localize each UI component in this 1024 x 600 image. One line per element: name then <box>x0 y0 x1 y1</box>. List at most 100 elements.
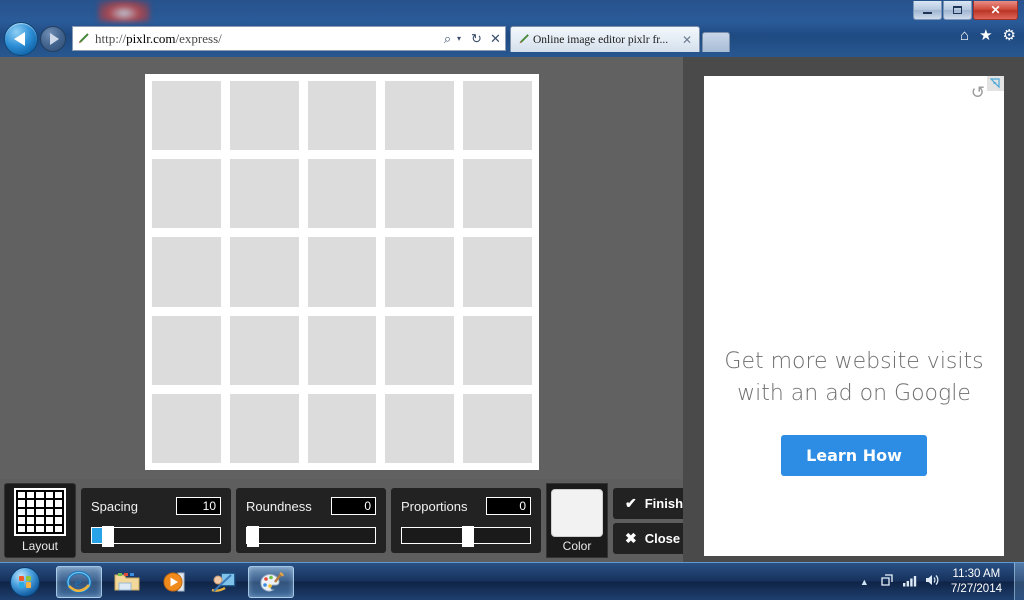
tab-pixlr[interactable]: Online image editor pixlr fr... ✕ <box>510 26 700 52</box>
collage-cell[interactable] <box>152 81 221 151</box>
clock-time: 11:30 AM <box>952 567 1001 580</box>
minimize-button[interactable] <box>913 1 942 20</box>
search-icon[interactable]: ⌕ <box>438 27 457 50</box>
roundness-value[interactable]: 0 <box>331 497 376 515</box>
taskbar-item-snipping-tool[interactable] <box>200 566 246 598</box>
collage-cell[interactable] <box>385 159 455 229</box>
ad-panel: ↺ Get more website visits with an ad on … <box>683 57 1024 562</box>
url-domain: pixlr.com <box>126 30 176 46</box>
roundness-slider[interactable] <box>246 526 376 547</box>
roundness-label: Roundness <box>246 498 312 514</box>
collage-canvas[interactable] <box>145 74 539 470</box>
layout-button[interactable]: Layout <box>4 483 76 558</box>
home-icon[interactable]: ⌂ <box>960 28 969 43</box>
collage-cell[interactable] <box>229 81 299 151</box>
proportions-control: Proportions 0 <box>391 488 541 553</box>
gear-icon[interactable]: ⚙ <box>1003 28 1016 43</box>
collage-cell[interactable] <box>152 393 221 463</box>
collage-cell[interactable] <box>229 237 299 307</box>
background-window-artifact <box>98 0 150 22</box>
back-button[interactable] <box>4 22 38 56</box>
ad-frame[interactable]: ↺ Get more website visits with an ad on … <box>704 76 1004 556</box>
clock-date: 7/27/2014 <box>950 582 1002 595</box>
taskbar-item-paint[interactable] <box>248 565 294 598</box>
collage-cell[interactable] <box>463 315 532 385</box>
collage-cell[interactable] <box>385 237 455 307</box>
roundness-control: Roundness 0 <box>236 488 386 553</box>
start-button[interactable] <box>2 565 48 599</box>
proportions-slider-handle[interactable] <box>462 526 475 547</box>
collage-cell[interactable] <box>463 159 532 229</box>
spacing-slider[interactable] <box>91 526 221 547</box>
folder-icon <box>114 572 140 590</box>
windows-logo-icon <box>10 566 40 597</box>
color-button[interactable]: Color <box>546 483 608 558</box>
volume-icon[interactable] <box>921 573 943 590</box>
collage-cell[interactable] <box>385 81 455 151</box>
collage-cell[interactable] <box>463 81 532 151</box>
collage-cell[interactable] <box>307 159 377 229</box>
finish-label: Finish <box>644 495 684 511</box>
tab-close-icon[interactable]: ✕ <box>679 33 695 47</box>
collage-cell[interactable] <box>229 393 299 463</box>
show-desktop-button[interactable] <box>1014 562 1024 600</box>
proportions-slider[interactable] <box>401 526 531 547</box>
new-tab-button[interactable] <box>702 32 730 52</box>
spacing-control: Spacing 10 <box>81 488 231 553</box>
browser-tools: ⌂ ★ ⚙ <box>960 28 1016 43</box>
color-label: Color <box>562 538 592 553</box>
chevron-down-icon[interactable]: ▾ <box>457 34 467 43</box>
collage-cell[interactable] <box>385 393 455 463</box>
spacing-slider-handle[interactable] <box>102 526 115 547</box>
media-player-icon <box>163 572 185 591</box>
cross-icon: ✖ <box>625 529 637 546</box>
favorites-star-icon[interactable]: ★ <box>979 28 992 43</box>
address-bar[interactable]: http://pixlr.com/express/ ⌕ ▾ ↻ ✕ <box>72 26 506 51</box>
show-hidden-icons-button[interactable]: ▲ <box>852 577 877 587</box>
clock[interactable]: 11:30 AM 7/27/2014 <box>943 567 1012 597</box>
close-window-button[interactable]: ✕ <box>973 1 1018 20</box>
collage-cell[interactable] <box>307 393 377 463</box>
system-tray: ▲ 11:30 AM 7/27/2014 <box>852 562 1024 600</box>
url-text: http://pixlr.com/express/ <box>95 30 222 46</box>
adchoices-icon[interactable] <box>987 76 1004 91</box>
learn-how-button[interactable]: Learn How <box>781 434 927 476</box>
svg-text:e: e <box>75 576 81 591</box>
collage-cell[interactable] <box>463 237 532 307</box>
paint-palette-icon <box>260 571 284 592</box>
taskbar-item-internet-explorer[interactable]: e <box>56 565 102 598</box>
collage-cell[interactable] <box>307 237 377 307</box>
collage-cell[interactable] <box>463 393 532 463</box>
action-center-icon[interactable] <box>877 573 899 591</box>
collage-cell[interactable] <box>152 159 221 229</box>
ad-headline-line2: with an ad on Google <box>737 380 971 406</box>
maximize-button[interactable] <box>943 1 972 20</box>
color-swatch[interactable] <box>551 488 603 537</box>
paintbrush-icon <box>73 31 95 47</box>
taskbar-item-media-player[interactable] <box>152 566 198 598</box>
taskbar: e ▲ 11:30 AM 7/27/2014 <box>0 562 1024 600</box>
ad-headline: Get more website visits with an ad on Go… <box>724 346 983 408</box>
roundness-header: Roundness 0 <box>246 497 376 515</box>
collage-cell[interactable] <box>385 315 455 385</box>
network-signal-icon[interactable] <box>899 574 921 590</box>
snipping-tool-icon <box>211 572 236 592</box>
collage-cell[interactable] <box>229 159 299 229</box>
taskbar-buttons: e <box>56 565 294 598</box>
proportions-label: Proportions <box>401 498 468 514</box>
proportions-value[interactable]: 0 <box>486 497 531 515</box>
taskbar-item-windows-explorer[interactable] <box>104 566 150 598</box>
refresh-icon[interactable]: ↻ <box>467 27 486 50</box>
spacing-value[interactable]: 10 <box>176 497 221 515</box>
collage-cell[interactable] <box>229 315 299 385</box>
collage-cell[interactable] <box>307 315 377 385</box>
stop-icon[interactable]: ✕ <box>486 27 505 50</box>
collage-cell[interactable] <box>307 81 377 151</box>
close-label: Close <box>644 530 681 546</box>
roundness-slider-handle[interactable] <box>247 526 259 547</box>
back-arrow-icon <box>14 32 25 46</box>
forward-button[interactable] <box>40 26 66 52</box>
collage-cell[interactable] <box>152 315 221 385</box>
ad-refresh-icon[interactable]: ↺ <box>971 84 985 101</box>
collage-cell[interactable] <box>152 237 221 307</box>
